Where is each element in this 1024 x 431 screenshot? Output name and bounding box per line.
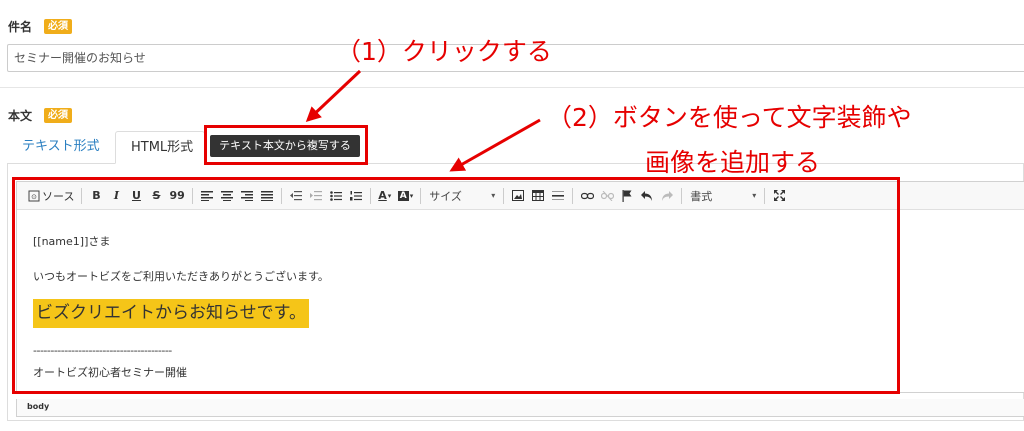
arrow-to-copy-button (305, 69, 362, 123)
bullet-list-button[interactable] (328, 186, 344, 206)
unlink-icon (600, 190, 614, 201)
numbered-list-button[interactable] (348, 186, 364, 206)
maximize-icon (773, 190, 785, 201)
numbered-list-icon (349, 190, 362, 200)
editor-toolbar: ⊙ ソース B I U S 99 A ▾ A ▾ サイズ ▾ 書式 ▾ (17, 182, 1024, 210)
redo-icon (662, 190, 674, 201)
content-highlight-heading: ビズクリエイトからお知らせです。 (33, 299, 309, 328)
subject-label: 件名 (8, 20, 33, 34)
body-label-row: 本文 必須 (8, 107, 73, 124)
annotation-step1: （1）クリックする (336, 37, 552, 66)
blockquote-button[interactable]: 99 (168, 186, 185, 206)
chevron-down-icon: ▾ (491, 191, 496, 200)
table-icon (532, 190, 545, 201)
source-icon: ⊙ (28, 190, 40, 201)
undo-button[interactable] (639, 186, 655, 206)
content-line-divider: ---------------------------------------- (33, 344, 172, 357)
text-color-button[interactable]: A ▾ (377, 186, 393, 206)
anchor-button[interactable] (619, 186, 635, 206)
element-path-bar: body (16, 399, 1024, 417)
toolbar-separator (369, 187, 371, 204)
subject-required-badge: 必須 (44, 19, 73, 34)
chevron-down-icon: ▾ (752, 191, 757, 200)
indent-icon (309, 190, 322, 200)
toolbar-separator (280, 187, 282, 204)
subject-label-row: 件名 必須 (8, 18, 73, 35)
insert-table-button[interactable] (530, 186, 546, 206)
annotation-step2-line1: （2）ボタンを使って文字装飾や (547, 103, 912, 132)
toolbar-separator (191, 187, 193, 204)
insert-image-button[interactable] (510, 186, 526, 206)
outdent-icon (289, 190, 302, 200)
format-label: 書式 (690, 189, 713, 203)
text-color-icon: A (378, 189, 387, 202)
content-line-greeting: [[name1]]さま (33, 235, 111, 248)
annotation-step2-line2: 画像を追加する (645, 148, 821, 177)
chevron-down-icon: ▾ (387, 191, 392, 200)
link-button[interactable] (579, 186, 595, 206)
content-line-thanks: いつもオートビズをご利用いただきありがとうございます。 (33, 270, 329, 283)
tab-html-format[interactable]: HTML形式 (115, 131, 205, 164)
align-right-button[interactable] (239, 186, 255, 206)
strikethrough-button[interactable]: S (148, 186, 164, 206)
copy-from-text-button[interactable]: テキスト本文から複写する (210, 135, 360, 157)
maximize-button[interactable] (771, 186, 787, 206)
bullet-list-icon (329, 190, 342, 201)
svg-text:⊙: ⊙ (31, 193, 37, 201)
horizontal-rule-button[interactable] (550, 186, 566, 206)
align-center-button[interactable] (219, 186, 235, 206)
divider (0, 87, 1024, 88)
toolbar-separator (764, 187, 766, 204)
image-icon (512, 190, 525, 201)
align-right-icon (240, 190, 253, 201)
align-left-button[interactable] (199, 186, 215, 206)
justify-icon (260, 190, 273, 201)
flag-icon (622, 189, 632, 202)
source-label: ソース (42, 189, 75, 203)
format-select[interactable]: 書式 ▾ (686, 186, 760, 206)
toolbar-separator (572, 187, 574, 204)
content-line-seminar: オートビズ初心者セミナー開催 (33, 366, 187, 379)
body-required-badge: 必須 (44, 108, 73, 123)
bold-button[interactable]: B (88, 186, 104, 206)
background-color-button[interactable]: A ▾ (397, 186, 414, 206)
editor-content[interactable]: [[name1]]さま いつもオートビズをご利用いただきありがとうございます。 … (17, 211, 1024, 381)
chevron-down-icon: ▾ (409, 191, 414, 200)
source-button[interactable]: ⊙ ソース (27, 186, 75, 206)
underline-button[interactable]: U (128, 186, 144, 206)
align-left-icon (200, 190, 213, 201)
redo-button[interactable] (659, 186, 675, 206)
font-size-select[interactable]: サイズ ▾ (425, 186, 499, 206)
toolbar-separator (503, 187, 505, 204)
link-icon (580, 192, 594, 199)
justify-button[interactable] (259, 186, 275, 206)
tab-text-format[interactable]: テキスト形式 (7, 131, 115, 163)
align-center-icon (220, 190, 233, 201)
background-color-icon: A (397, 190, 409, 201)
rich-text-editor: ⊙ ソース B I U S 99 A ▾ A ▾ サイズ ▾ 書式 ▾ [[na… (16, 181, 1024, 393)
toolbar-separator (681, 187, 683, 204)
undo-icon (641, 190, 653, 201)
toolbar-separator (81, 187, 83, 204)
outdent-button[interactable] (288, 186, 304, 206)
horizontal-rule-icon (552, 191, 565, 200)
italic-button[interactable]: I (108, 186, 124, 206)
font-size-label: サイズ (429, 189, 462, 203)
unlink-button[interactable] (599, 186, 615, 206)
toolbar-separator (420, 187, 422, 204)
body-label: 本文 (8, 109, 33, 123)
indent-button[interactable] (308, 186, 324, 206)
